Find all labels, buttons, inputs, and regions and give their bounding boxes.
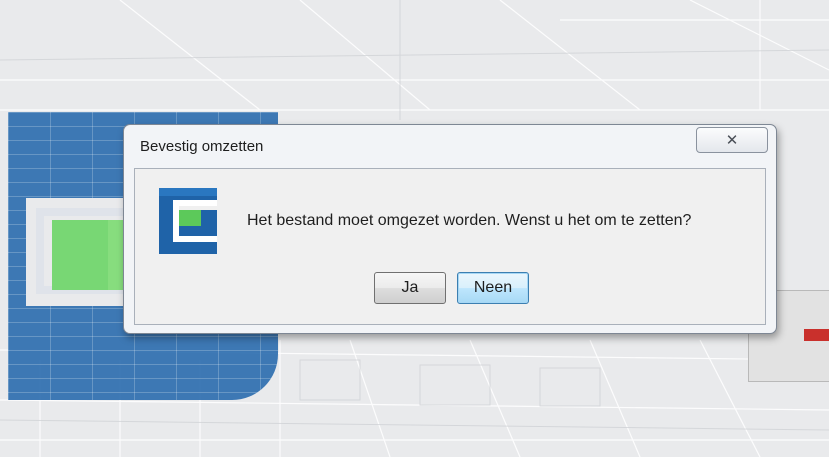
yes-button[interactable]: Ja — [374, 272, 446, 304]
close-button[interactable]: ✕ — [696, 127, 768, 153]
desktop-background: Bevestig omzetten ✕ Het bestand moet omg… — [0, 0, 829, 457]
dialog-content: Het bestand moet omgezet worden. Wenst u… — [134, 168, 766, 325]
no-button[interactable]: Neen — [457, 272, 529, 304]
confirm-dialog: Bevestig omzetten ✕ Het bestand moet omg… — [123, 124, 777, 334]
dialog-title: Bevestig omzetten — [140, 138, 264, 155]
close-icon: ✕ — [725, 132, 739, 149]
app-logo-icon — [159, 188, 217, 254]
dialog-message: Het bestand moet omgezet worden. Wenst u… — [247, 212, 692, 229]
